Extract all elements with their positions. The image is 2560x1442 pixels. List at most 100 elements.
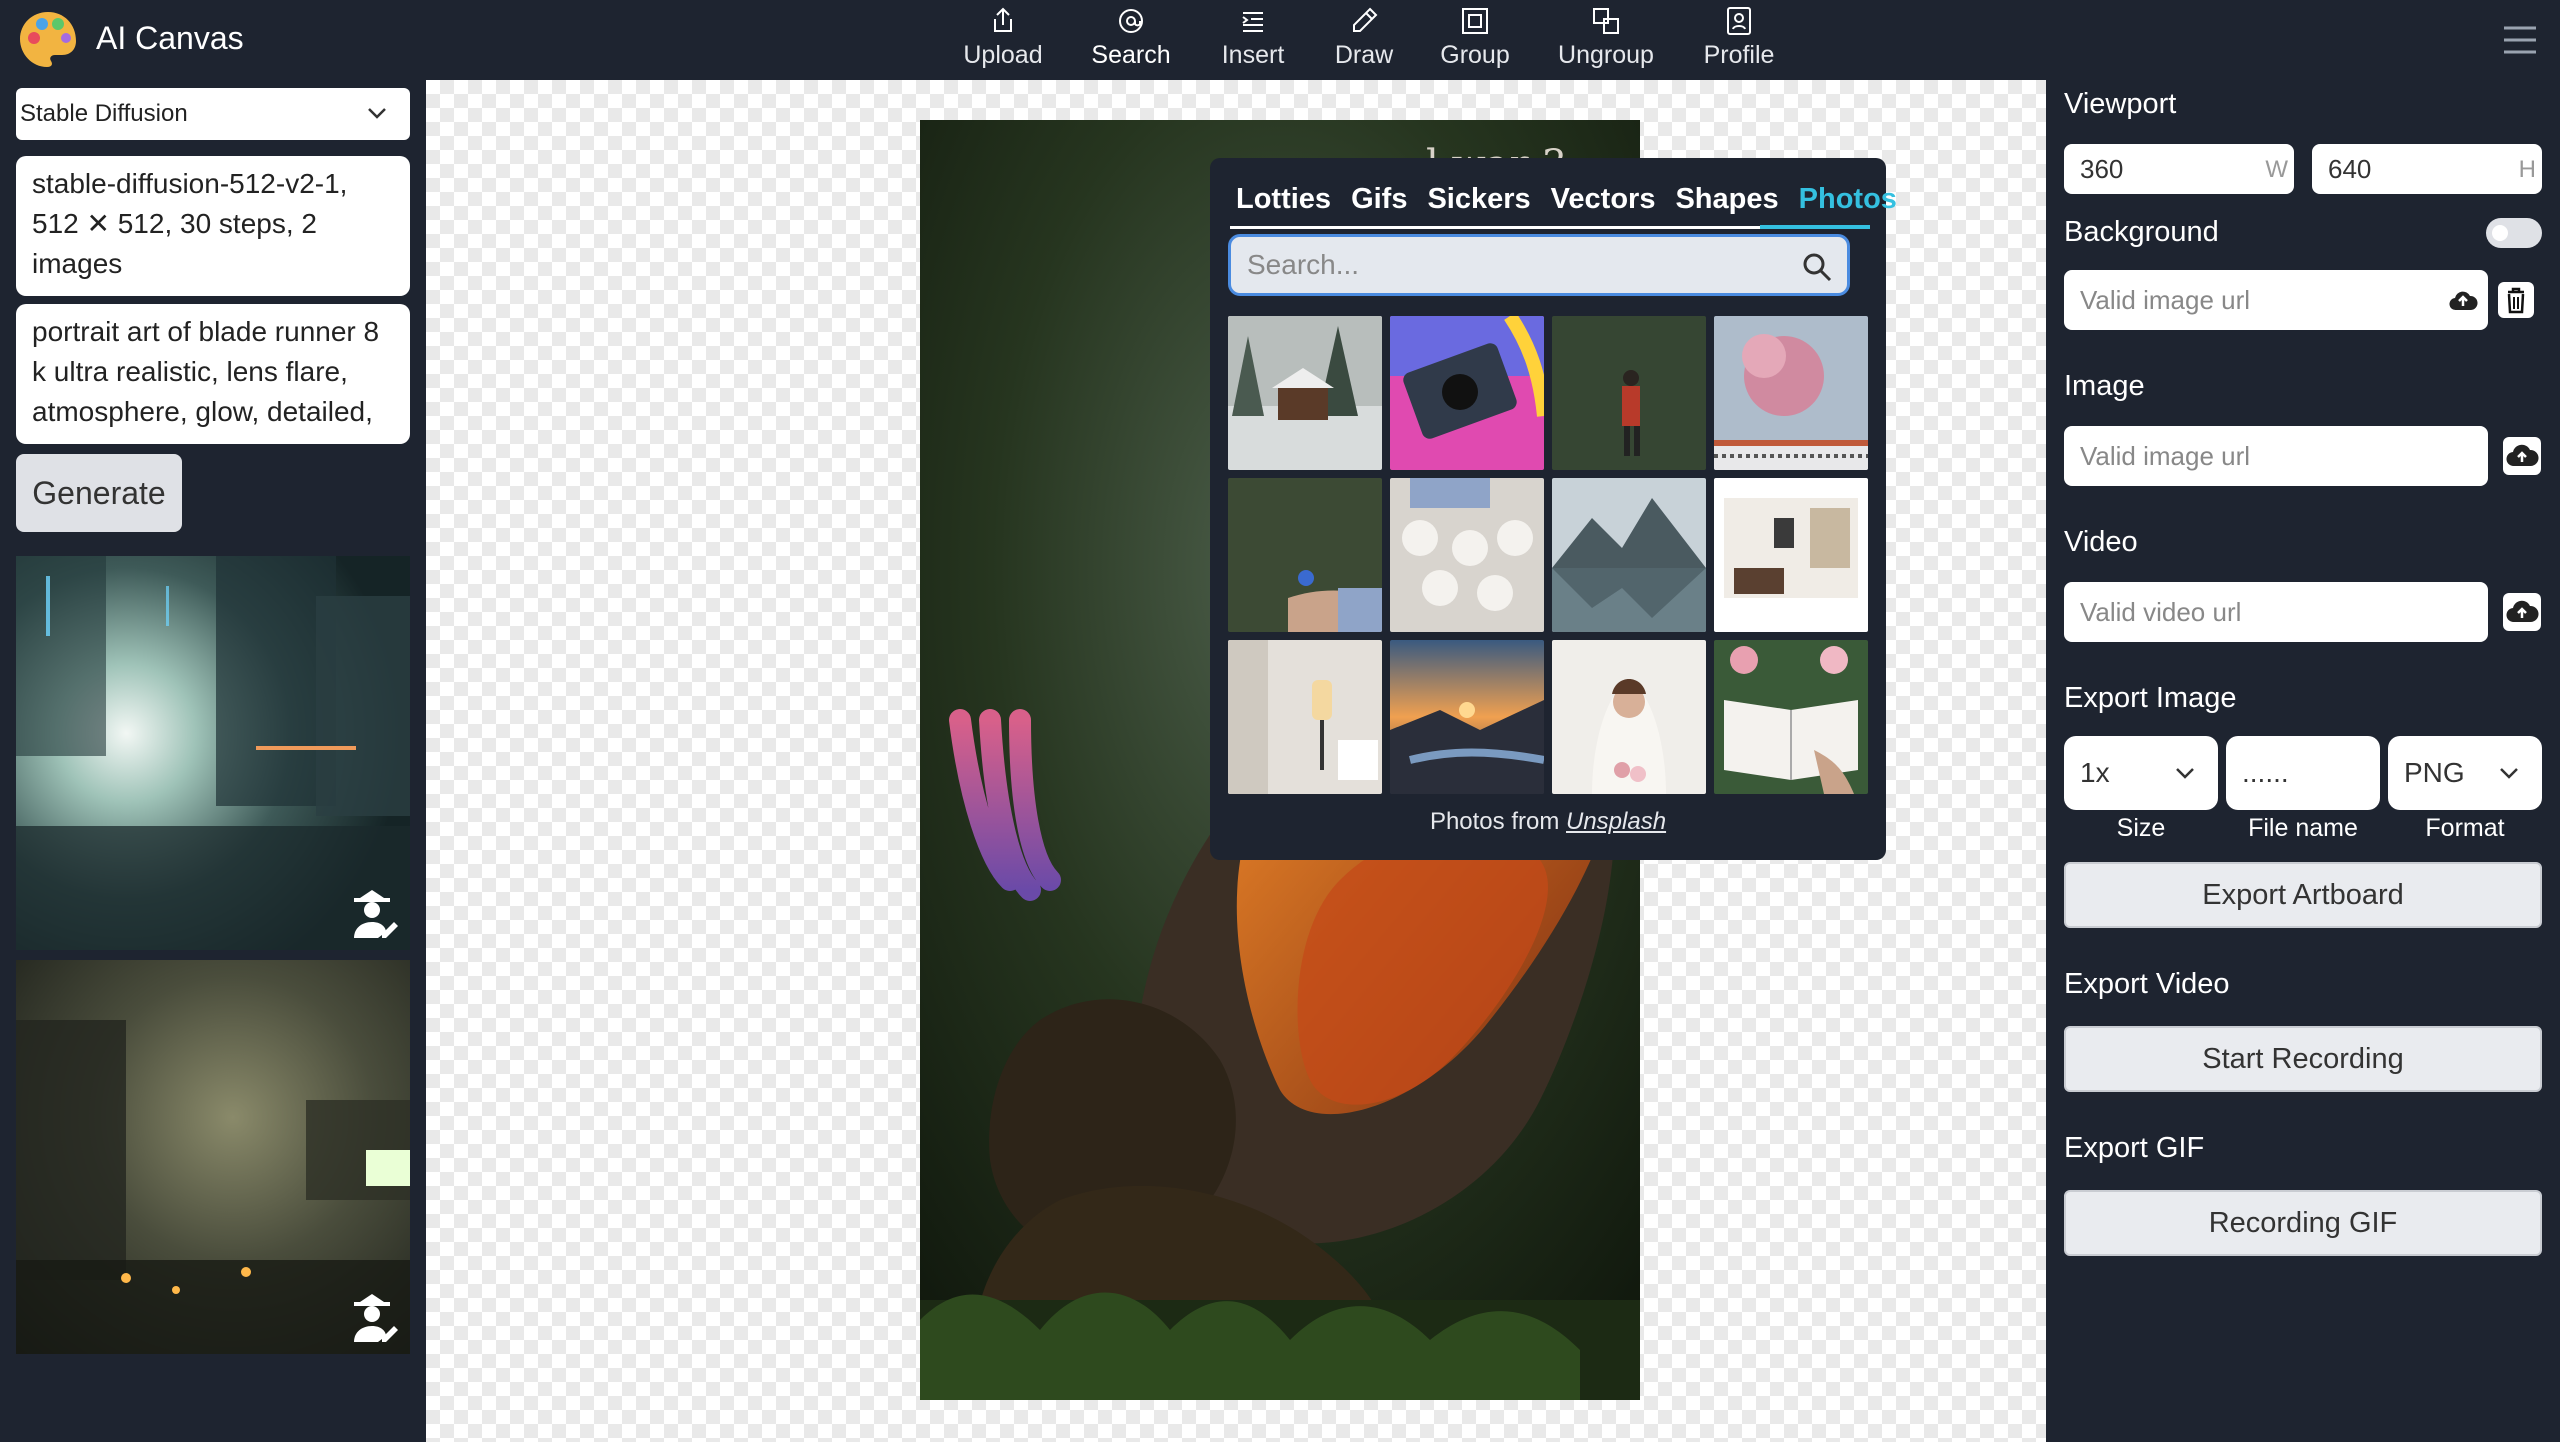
camera-photo (1390, 316, 1544, 470)
height-suffix: H (2518, 156, 2536, 183)
asset-tabs: Lotties Gifs Sickers Vectors Shapes Phot… (1236, 178, 1907, 222)
photo-result[interactable] (1552, 478, 1706, 632)
search-placeholder: Search... (1247, 249, 1360, 280)
generated-image-1[interactable] (16, 556, 410, 950)
export-gif-label: Export GIF (2064, 1132, 2205, 1164)
group-icon (1462, 8, 1488, 34)
properties-panel: Viewport 360 W 640 H Background Valid im… (2046, 80, 2560, 1442)
image-url-placeholder: Valid image url (2080, 440, 2251, 471)
cloud-upload-icon[interactable] (2448, 286, 2478, 316)
nav-upload-label: Upload (963, 41, 1043, 69)
photo-result[interactable] (1390, 478, 1544, 632)
export-size-select[interactable]: 1x (2064, 736, 2218, 810)
magnifier-icon[interactable] (1801, 251, 1833, 283)
search-popup: Lotties Gifs Sickers Vectors Shapes Phot… (1210, 158, 1897, 860)
photo-result[interactable] (1714, 478, 1868, 632)
unsplash-link[interactable]: Unsplash (1566, 808, 1666, 835)
nav-insert-label: Insert (1221, 41, 1285, 69)
chevron-down-icon (2176, 768, 2194, 779)
export-format-value: PNG (2404, 757, 2465, 788)
viewport-label: Viewport (2064, 88, 2177, 120)
nav-insert[interactable]: Insert (1196, 0, 1310, 80)
photo-result[interactable] (1228, 640, 1382, 794)
hamburger-menu-icon[interactable] (2502, 22, 2538, 58)
tab-gifs[interactable]: Gifs (1341, 178, 1417, 222)
canvas-area[interactable]: l war 3 Lotties Gifs Sickers Vectors Sha… (426, 80, 2046, 1442)
viewport-width-input[interactable]: 360 W (2064, 144, 2294, 194)
background-url-placeholder: Valid image url (2080, 284, 2251, 315)
tab-shapes[interactable]: Shapes (1665, 178, 1788, 222)
active-tab-indicator (1760, 225, 1870, 229)
export-filename-input[interactable]: ...... (2226, 736, 2380, 810)
start-recording-button[interactable]: Start Recording (2064, 1026, 2542, 1092)
lamp-room-photo (1228, 640, 1382, 794)
nav-profile-label: Profile (1703, 41, 1775, 69)
photo-search-input[interactable]: Search... (1228, 234, 1850, 296)
book-flowers-photo (1714, 640, 1868, 794)
nav-search[interactable]: Search (1066, 0, 1196, 80)
photo-result[interactable] (1228, 316, 1382, 470)
nav-search-label: Search (1091, 41, 1171, 69)
nav-group-label: Group (1440, 41, 1510, 69)
video-label: Video (2064, 526, 2138, 558)
export-size-value: 1x (2080, 757, 2110, 788)
white-room-photo (1714, 478, 1868, 632)
nav-group[interactable]: Group (1418, 0, 1532, 80)
size-caption: Size (2116, 814, 2166, 842)
cloud-upload-icon[interactable] (2502, 436, 2542, 476)
photo-result[interactable] (1390, 316, 1544, 470)
palette-logo-icon (20, 12, 76, 67)
detective-edit-icon[interactable] (342, 1286, 402, 1346)
snowy-cabin-photo (1228, 316, 1382, 470)
photo-result[interactable] (1552, 640, 1706, 794)
ceramic-cups-photo (1390, 478, 1544, 632)
export-artboard-button[interactable]: Export Artboard (2064, 862, 2542, 928)
forest-hiker-photo (1552, 316, 1706, 470)
photo-result[interactable] (1714, 316, 1868, 470)
unsplash-credit: Photos from Unsplash (1210, 808, 1886, 836)
main-nav: Upload Search Insert Draw Group Ungroup … (940, 0, 1798, 80)
photo-result[interactable] (1390, 640, 1544, 794)
hand-bird-photo (1228, 478, 1382, 632)
tab-photos[interactable]: Photos (1789, 178, 1907, 222)
tab-lotties[interactable]: Lotties (1236, 178, 1341, 222)
chevron-down-icon (2500, 768, 2518, 779)
profile-icon (1727, 7, 1751, 35)
tab-vectors[interactable]: Vectors (1541, 178, 1666, 222)
sunset-fjord-photo (1390, 640, 1544, 794)
viewport-width-value: 360 (2080, 153, 2124, 184)
trash-icon[interactable] (2496, 280, 2536, 320)
recording-gif-button[interactable]: Recording GIF (2064, 1190, 2542, 1256)
nav-ungroup-label: Ungroup (1558, 41, 1654, 69)
background-label: Background (2064, 216, 2219, 248)
background-toggle[interactable] (2486, 218, 2542, 248)
nav-profile[interactable]: Profile (1680, 0, 1798, 80)
detective-edit-icon[interactable] (342, 882, 402, 942)
photo-result[interactable] (1714, 640, 1868, 794)
nav-draw-label: Draw (1334, 41, 1394, 69)
cloud-upload-icon[interactable] (2502, 592, 2542, 632)
nav-draw[interactable]: Draw (1310, 0, 1418, 80)
photo-result[interactable] (1228, 478, 1382, 632)
export-image-label: Export Image (2064, 682, 2237, 714)
export-filename-placeholder: ...... (2242, 757, 2289, 788)
model-select[interactable]: Stable Diffusion (16, 88, 410, 140)
viewport-height-input[interactable]: 640 H (2312, 144, 2542, 194)
app-title: AI Canvas (96, 20, 244, 56)
export-format-select[interactable]: PNG (2388, 736, 2542, 810)
background-url-input[interactable]: Valid image url (2064, 270, 2488, 330)
settings-textarea[interactable]: stable-diffusion-512-v2-1, 512 ✕ 512, 30… (16, 156, 410, 296)
prompt-textarea[interactable]: portrait art of blade runner 8 k ultra r… (16, 304, 410, 444)
photo-result[interactable] (1552, 316, 1706, 470)
tab-stickers[interactable]: Sickers (1417, 178, 1540, 222)
generate-button[interactable]: Generate (16, 454, 182, 532)
photo-results-grid (1228, 316, 1868, 794)
image-url-input[interactable]: Valid image url (2064, 426, 2488, 486)
settings-text: stable-diffusion-512-v2-1, 512 ✕ 512, 30… (32, 168, 348, 279)
nav-ungroup[interactable]: Ungroup (1532, 0, 1680, 80)
cherry-blossom-photo (1714, 316, 1868, 470)
width-suffix: W (2265, 156, 2288, 183)
nav-upload[interactable]: Upload (940, 0, 1066, 80)
video-url-input[interactable]: Valid video url (2064, 582, 2488, 642)
generated-image-2[interactable] (16, 960, 410, 1354)
